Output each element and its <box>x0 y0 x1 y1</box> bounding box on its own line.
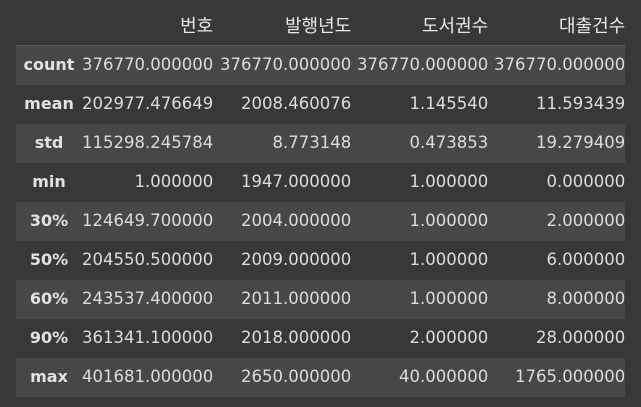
table-cell: 124649.700000 <box>82 210 214 230</box>
table-row: mean 202977.476649 2008.460076 1.145540 … <box>16 84 626 124</box>
table-row: 90% 361341.100000 2018.000000 2.000000 2… <box>16 318 626 358</box>
table-cell: 1.000000 <box>409 210 489 230</box>
column-header: 번호 <box>82 8 214 46</box>
table-cell: 1947.000000 <box>240 171 352 191</box>
row-label: 60% <box>29 289 69 308</box>
table-cell: 2004.000000 <box>240 210 352 230</box>
table-cell: 202977.476649 <box>82 93 214 113</box>
table-cell: 1.000000 <box>409 249 489 269</box>
table-cell: 204550.500000 <box>82 249 214 269</box>
row-label: 50% <box>29 250 69 269</box>
row-label: std <box>34 133 64 152</box>
table-cell: 28.000000 <box>535 327 626 347</box>
table-row: max 401681.000000 2650.000000 40.000000 … <box>16 357 626 397</box>
table-cell: 40.000000 <box>398 366 489 386</box>
table-cell: 8.000000 <box>546 288 626 308</box>
table-row: 50% 204550.500000 2009.000000 1.000000 6… <box>16 240 626 280</box>
table-cell: 376770.000000 <box>220 55 352 74</box>
table-cell: 376770.000000 <box>82 55 214 74</box>
table-row: 30% 124649.700000 2004.000000 1.000000 2… <box>16 201 626 241</box>
column-header: 도서권수 <box>351 8 489 46</box>
table-cell: 1765.000000 <box>514 366 626 386</box>
header-row: 번호 발행년도 도서권수 대출건수 <box>16 8 626 46</box>
index-header <box>16 8 82 46</box>
table-cell: 2011.000000 <box>240 288 352 308</box>
table-cell: 2.000000 <box>409 327 489 347</box>
dataframe-output: 번호 발행년도 도서권수 대출건수 count 376770.000000 37… <box>0 0 641 407</box>
table-cell: 376770.000000 <box>357 55 489 74</box>
table-cell: 361341.100000 <box>82 327 214 347</box>
table-cell: 8.773148 <box>272 132 352 152</box>
table-cell: 115298.245784 <box>82 132 214 152</box>
row-label: mean <box>24 94 74 113</box>
table-cell: 1.000000 <box>409 171 489 191</box>
table-row: 60% 243537.400000 2011.000000 1.000000 8… <box>16 279 626 319</box>
table-cell: 6.000000 <box>546 249 626 269</box>
table-row: min 1.000000 1947.000000 1.000000 0.0000… <box>16 162 626 202</box>
table-row: count 376770.000000 376770.000000 376770… <box>16 45 626 85</box>
table-cell: 0.473853 <box>409 132 489 152</box>
table-cell: 1.145540 <box>409 93 489 113</box>
table-cell: 11.593439 <box>535 93 626 113</box>
table-cell: 1.000000 <box>134 171 214 191</box>
table-cell: 2009.000000 <box>240 249 352 269</box>
row-label: max <box>30 367 68 386</box>
table-cell: 2650.000000 <box>240 366 352 386</box>
table-cell: 2.000000 <box>546 210 626 230</box>
table-cell: 2008.460076 <box>240 93 352 113</box>
table-cell: 243537.400000 <box>82 288 214 308</box>
row-label: count <box>23 55 75 75</box>
column-header: 대출건수 <box>488 8 626 46</box>
row-label: min <box>32 172 66 191</box>
table-cell: 1.000000 <box>409 288 489 308</box>
table-cell: 401681.000000 <box>82 366 214 386</box>
row-label: 90% <box>29 328 69 347</box>
table-row: std 115298.245784 8.773148 0.473853 19.2… <box>16 123 626 163</box>
table-cell: 2018.000000 <box>240 327 352 347</box>
describe-table: 번호 발행년도 도서권수 대출건수 count 376770.000000 37… <box>16 8 626 397</box>
row-label: 30% <box>29 211 69 230</box>
table-cell: 376770.000000 <box>494 55 626 74</box>
table-cell: 19.279409 <box>535 132 626 152</box>
table-cell: 0.000000 <box>546 171 626 191</box>
column-header: 발행년도 <box>213 8 352 46</box>
